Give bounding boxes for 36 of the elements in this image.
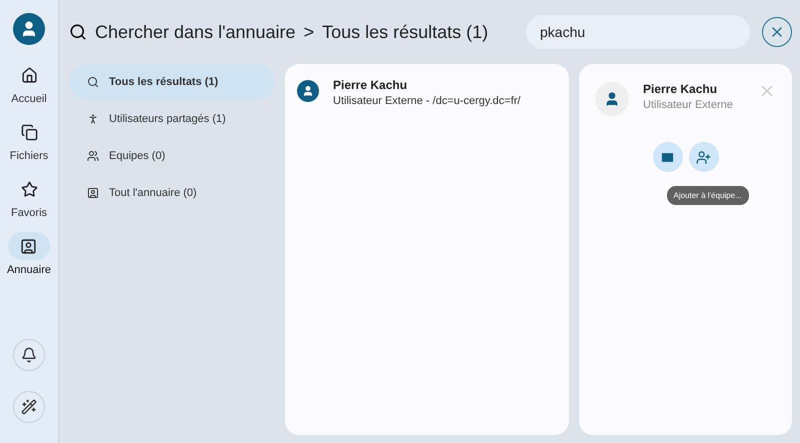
close-button[interactable] [762,17,792,47]
contact-card-icon [87,187,99,199]
page-title: Chercher dans l'annuaire [95,22,296,42]
result-name[interactable]: Pierre Kachu [333,78,520,92]
breadcrumb-separator: > [304,22,314,42]
user-avatar [595,82,629,116]
bell-icon [21,347,37,363]
nav-item[interactable]: Favoris [8,175,50,219]
detail-role: Utilisateur Externe [643,99,734,111]
home-icon [20,66,38,84]
email-button[interactable] [652,142,682,172]
filter-item[interactable]: Utilisateurs partagés (1) [69,101,275,137]
search-icon [69,23,87,41]
breadcrumb-item: Tous les résultats (1) [322,22,488,42]
result-detail: Utilisateur Externe - /dc=u-cergy.dc=fr/ [333,95,520,107]
person-icon [87,113,99,125]
nav-item[interactable]: Accueil [8,61,50,105]
add-to-team-button[interactable] [688,142,718,172]
notifications-button[interactable] [13,339,45,371]
nav-item[interactable]: Fichiers [8,118,50,162]
user-avatar[interactable] [13,13,45,45]
magic-button[interactable] [13,391,45,423]
search-icon [87,76,99,88]
tooltip: Ajouter à l'équipe... [666,186,749,205]
detail-name: Pierre Kachu [643,82,718,96]
filter-item[interactable]: Tous les résultats (1) [69,64,275,100]
folders-icon [20,124,38,140]
contact-card-icon [20,238,38,254]
add-person-icon [696,150,711,164]
star-icon [20,180,38,198]
filter-item[interactable]: Tout l'annuaire (0) [69,175,275,211]
people-icon [87,150,99,162]
user-avatar [297,80,319,102]
wand-icon [21,399,37,415]
search-field[interactable]: pkachu [526,15,750,49]
filter-item[interactable]: Equipes (0) [69,138,275,174]
